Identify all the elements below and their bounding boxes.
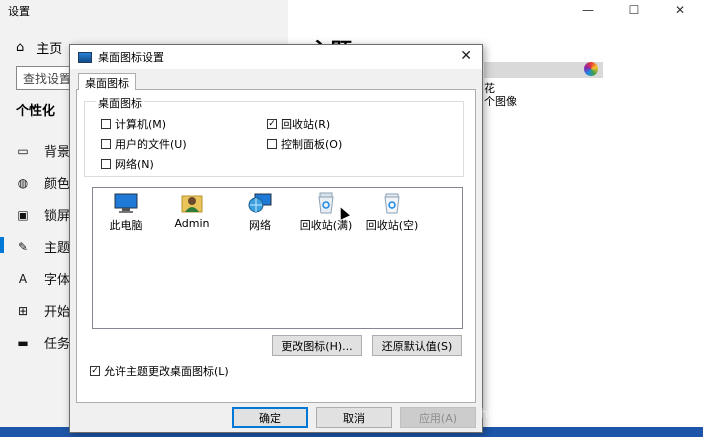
checkbox-box [101,139,111,149]
icon-label: 网络 [249,219,271,232]
sidebar-item-background[interactable]: ▭ 背景 [16,141,71,161]
window-controls: — ☐ ✕ [565,0,703,20]
minimize-button[interactable]: — [565,0,611,20]
sidebar-item-lock-screen[interactable]: ▣ 锁屏 [16,205,71,225]
recycle-bin-full-icon [318,192,334,214]
settings-title: 设置 [8,5,30,18]
lock-screen-icon: ▣ [17,207,29,222]
sidebar-item-start[interactable]: ⊞ 开始 [16,301,71,321]
font-icon: A [18,271,28,286]
taskbar-icon: ▬ [17,335,29,350]
theme-icon: ✎ [17,239,29,254]
sidebar-group-title: 个性化 [16,104,56,119]
sidebar-home-label: 主页 [36,42,63,57]
checkbox-computer[interactable]: 计算机(M) [101,116,166,132]
checkbox-label: 允许主题更改桌面图标(L) [104,365,229,378]
close-icon[interactable]: ✕ [460,48,472,64]
checkbox-network[interactable]: 网络(N) [101,156,154,172]
watermark: https://blog.csdn.net/mahoon411 [480,407,697,422]
dialog-title: 桌面图标设置 [98,51,164,64]
checkbox-label: 控制面板(O) [281,138,343,151]
icon-item-recycle-bin-empty[interactable]: 回收站(空) [361,192,423,233]
sidebar-item-label: 背景 [44,145,71,160]
this-pc-icon [114,193,138,213]
checkbox-label: 计算机(M) [115,118,167,131]
checkbox-user-files[interactable]: 用户的文件(U) [101,136,187,152]
color-wheel-icon [584,62,598,76]
tab-desktop-icons[interactable]: 桌面图标 [78,73,136,90]
checkbox-label: 回收站(R) [281,118,331,131]
sidebar-item-colors[interactable]: ◍ 颜色 [16,173,71,193]
close-button[interactable]: ✕ [657,0,703,20]
checkbox-recycle-bin[interactable]: ✓ 回收站(R) [267,116,330,132]
icon-label: 此电脑 [109,219,143,232]
network-icon [248,193,272,213]
checkmark-icon: ✓ [90,365,100,376]
monitor-icon [78,51,92,63]
active-indicator [0,237,4,253]
home-icon: ⌂ [16,40,25,55]
image-icon: ▭ [17,143,29,158]
maximize-button[interactable]: ☐ [611,0,657,20]
change-icon-button[interactable]: 更改图标(H)... [272,335,362,356]
sidebar-item-themes[interactable]: ✎ 主题 [16,237,71,257]
group-label: 桌面图标 [96,95,144,111]
user-folder-icon [181,195,203,213]
checkbox-allow-themes[interactable]: ✓ 允许主题更改桌面图标(L) [90,363,229,379]
checkbox-box [101,119,111,129]
icon-item-network[interactable]: 网络 [229,192,291,233]
sidebar-item-label: 任务 [44,337,71,352]
sidebar-item-label: 锁屏 [44,209,71,224]
checkbox-label: 网络(N) [115,158,154,171]
sidebar-item-label: 主题 [44,241,71,256]
checkbox-label: 用户的文件(U) [115,138,187,151]
icon-label: 回收站(空) [365,219,419,232]
sidebar-item-label: 字体 [44,273,71,288]
icon-list[interactable]: 此电脑 Admin 网络 回收站(满) 回收站(空) [92,187,463,329]
sidebar-item-label: 颜色 [44,177,71,192]
cancel-button[interactable]: 取消 [316,407,392,428]
sidebar-item-label: 开始 [44,305,71,320]
theme-text: 个图像 [484,95,517,108]
ok-button[interactable]: 确定 [232,407,308,428]
checkbox-box [101,159,111,169]
icon-item-admin[interactable]: Admin [161,192,223,230]
recycle-bin-empty-icon [384,193,400,214]
apply-button: 应用(A) [400,407,476,428]
restore-default-button[interactable]: 还原默认值(S) [372,335,462,356]
icon-label: Admin [174,217,210,230]
checkmark-icon: ✓ [267,118,277,129]
checkbox-box [267,139,277,149]
desktop-icon-settings-dialog: 桌面图标设置 ✕ 桌面图标 桌面图标 计算机(M) ✓ 回收站(R) 用户的文件… [69,44,483,433]
checkbox-control-panel[interactable]: 控制面板(O) [267,136,342,152]
sidebar-item-fonts[interactable]: A 字体 [16,269,71,289]
icon-label: 回收站(满) [299,219,353,232]
icon-item-this-pc[interactable]: 此电脑 [95,192,157,233]
sidebar-item-taskbar[interactable]: ▬ 任务 [16,333,71,353]
palette-icon: ◍ [17,175,29,190]
dialog-titlebar: 桌面图标设置 ✕ [70,45,482,69]
sidebar-home[interactable]: ⌂ 主页 [16,38,62,57]
start-icon: ⊞ [17,303,29,318]
